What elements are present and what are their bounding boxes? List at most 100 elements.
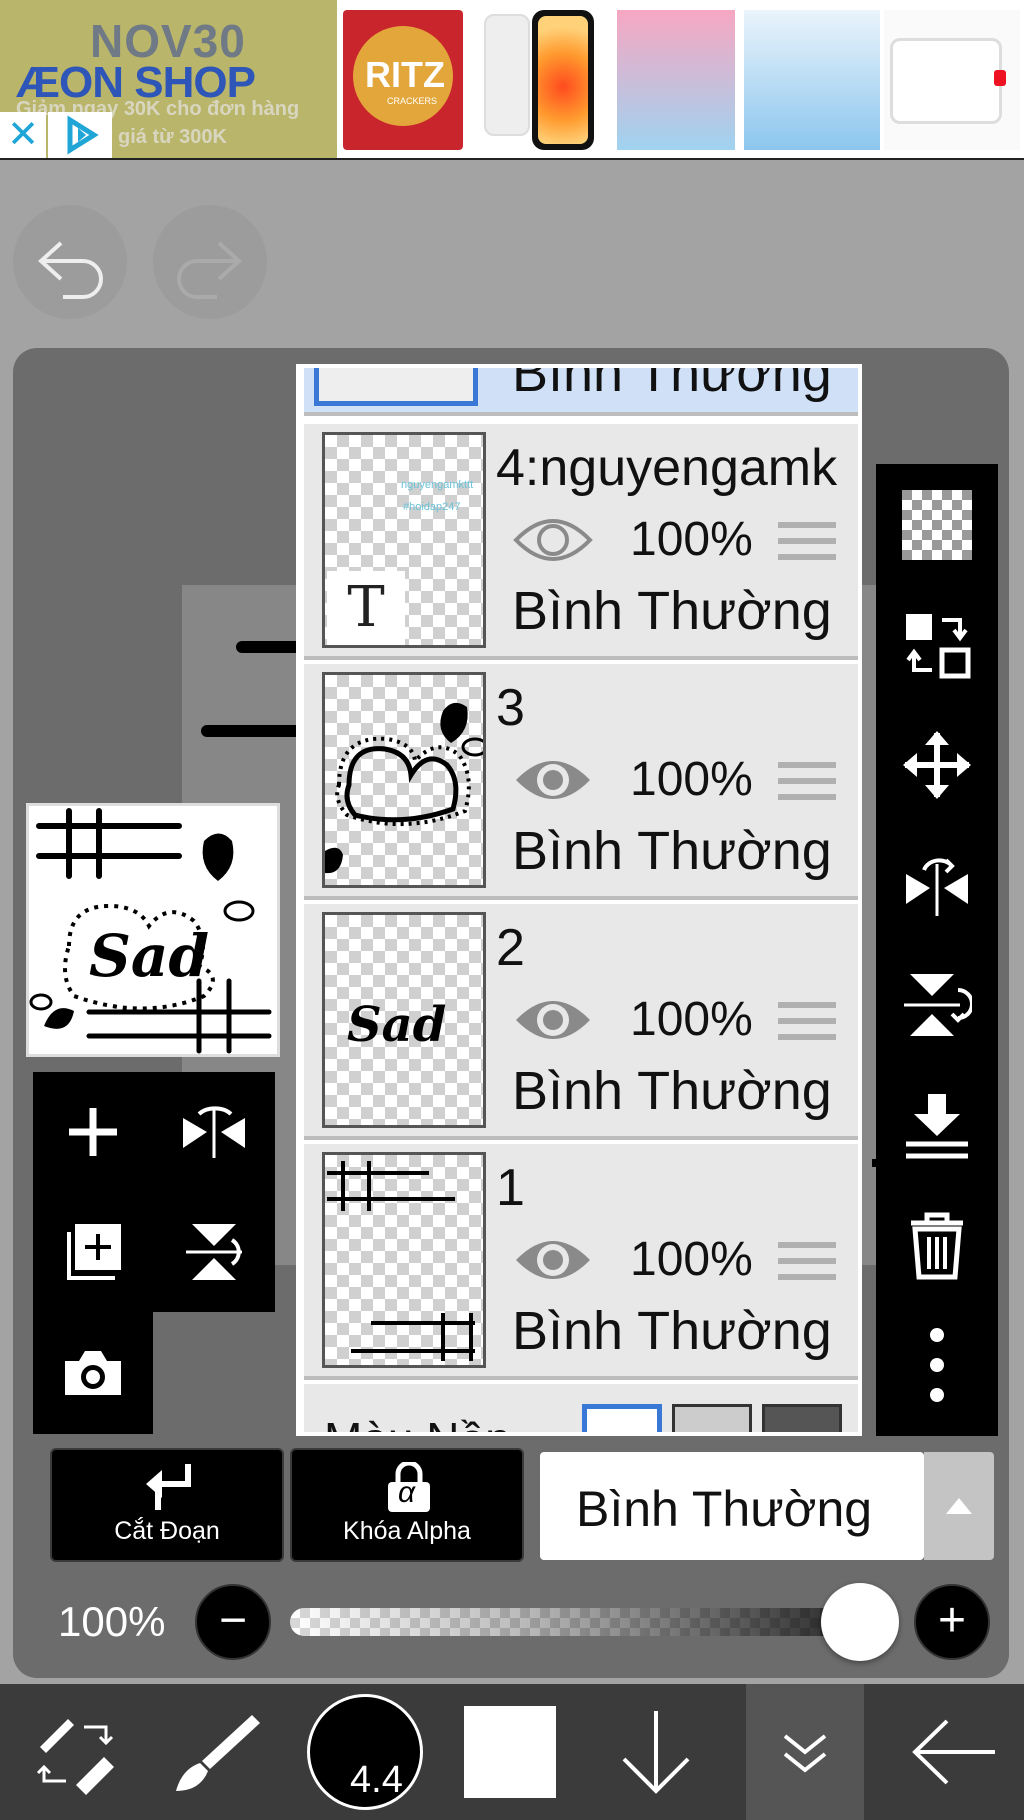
drag-handle[interactable] [778, 1002, 836, 1048]
arrow-down-icon [622, 1711, 690, 1794]
layer-name: 2 [496, 919, 525, 977]
current-color-swatch [464, 1706, 556, 1798]
visibility-toggle[interactable] [512, 990, 594, 1050]
layer-thumbnail[interactable] [322, 1152, 486, 1368]
layer-row[interactable]: 3 100% Bình Thường [304, 664, 858, 900]
swap-icon [906, 614, 971, 679]
flip-vertical-icon [186, 1224, 242, 1280]
lock-icon: α [384, 1460, 434, 1512]
layer-down-button[interactable] [606, 1684, 706, 1820]
ritz-sub: CRACKERS [387, 96, 438, 106]
ad-product-ritz[interactable]: RITZ CRACKERS [343, 10, 463, 150]
canvas-preview[interactable]: Sad [26, 803, 280, 1057]
transparency-button[interactable] [876, 464, 998, 586]
layer-blend-mode: Bình Thường [512, 1061, 832, 1121]
visibility-toggle[interactable] [512, 1230, 594, 1290]
eye-outline-icon [513, 519, 593, 561]
opacity-decrease-button[interactable]: − [195, 1584, 271, 1660]
swap-layer-button[interactable] [876, 584, 998, 706]
opacity-slider-handle[interactable] [821, 1583, 899, 1661]
minus-icon: − [218, 1594, 248, 1647]
brush-tool-button[interactable] [160, 1684, 270, 1820]
alpha-lock-label: Khóa Alpha [343, 1517, 471, 1545]
clipping-button[interactable]: Cắt Đoạn [50, 1448, 284, 1562]
visibility-toggle[interactable] [512, 510, 594, 570]
background-color-row[interactable]: Màu Nền [304, 1384, 858, 1432]
layers-panel-toggle-button[interactable] [746, 1684, 864, 1820]
plus-icon [69, 1108, 117, 1156]
ad-choices-icon[interactable] [48, 112, 112, 158]
opacity-label: 100% [58, 1598, 166, 1645]
drag-handle[interactable] [778, 1242, 836, 1288]
camera-layer-button[interactable] [33, 1312, 153, 1434]
ad-close-icon[interactable]: ✕ [0, 112, 46, 158]
layer-opacity: 100% [630, 993, 753, 1046]
move-layer-button[interactable] [876, 704, 998, 826]
layer-row[interactable]: Sad 2 100% Bình Thường [304, 904, 858, 1140]
drag-handle[interactable] [778, 762, 836, 808]
ad-product-box[interactable] [884, 10, 1020, 150]
color-swatch-button[interactable] [460, 1684, 560, 1820]
ad-product-toy-1[interactable] [617, 10, 735, 150]
chevron-double-down-icon [783, 1734, 827, 1773]
redo-icon [177, 241, 242, 299]
ad-banner[interactable]: NOV30 ÆON SHOP Giảm ngay 30K cho đơn hàn… [0, 0, 1024, 160]
ad-product-phone[interactable] [480, 10, 600, 150]
blend-mode-select[interactable]: Bình Thường [540, 1452, 924, 1560]
layer-thumbnail[interactable]: Sad [322, 912, 486, 1128]
eye-icon [516, 1001, 590, 1039]
merge-down-button[interactable] [876, 1064, 998, 1186]
trash-icon [911, 1212, 963, 1280]
delete-layer-button[interactable] [876, 1184, 998, 1306]
layer-opacity: 100% [630, 1233, 753, 1286]
bg-dark-option[interactable] [762, 1404, 842, 1432]
brush-size-button[interactable]: 4.4 [300, 1684, 430, 1820]
more-options-button[interactable] [876, 1304, 998, 1426]
layer-opacity: 100% [630, 513, 753, 566]
flip-horizontal-button[interactable] [876, 824, 998, 946]
drag-handle[interactable] [778, 522, 836, 568]
layer-row[interactable]: nguyengamkttt #hoidap247 T 4:nguyengamk … [304, 424, 858, 660]
tool-swap-pen-eraser-button[interactable] [10, 1684, 140, 1820]
layer-row[interactable]: 1 100% Bình Thường [304, 1144, 858, 1380]
triangle-up-icon [946, 1498, 972, 1514]
text-layer-icon: T [327, 571, 405, 645]
ad-product-toy-2[interactable] [744, 10, 880, 150]
app-root: NOV30 ÆON SHOP Giảm ngay 30K cho đơn hàn… [0, 0, 1024, 1820]
blend-mode-dropdown-button[interactable] [924, 1452, 994, 1560]
flip-vertical-layer-button[interactable] [153, 1192, 275, 1312]
opacity-increase-button[interactable]: + [914, 1584, 990, 1660]
redo-button[interactable] [153, 205, 267, 319]
eye-icon [516, 1241, 590, 1279]
flip-vertical-icon [904, 974, 972, 1036]
background-label: Màu Nền [324, 1412, 511, 1432]
layer-blend-mode: Bình Thường [512, 581, 832, 641]
merge-down-icon [906, 1094, 968, 1159]
duplicate-layer-icon [67, 1224, 121, 1280]
layer-name: 1 [496, 1159, 525, 1217]
bottom-toolbar: 4.4 [0, 1684, 1024, 1820]
ritz-logo: RITZ [365, 54, 445, 95]
preview-sad-text: Sad [89, 922, 209, 990]
layer-row-selected[interactable]: Bình Thường [304, 368, 858, 416]
flip-horizontal-icon [906, 858, 968, 916]
add-layer-button[interactable] [33, 1072, 153, 1192]
arrow-left-icon [912, 1719, 995, 1785]
back-button[interactable] [894, 1684, 1014, 1820]
layer-tools-left [33, 1072, 275, 1434]
alpha-lock-button[interactable]: α Khóa Alpha [290, 1448, 524, 1562]
flip-horizontal-layer-button[interactable] [153, 1072, 275, 1192]
add-layer-copy-button[interactable] [33, 1192, 153, 1312]
bg-checker-option[interactable] [672, 1404, 752, 1432]
layer-thumbnail[interactable] [322, 672, 486, 888]
eye-icon [516, 761, 590, 799]
ad-line-2: giá từ 300K [118, 126, 227, 148]
opacity-slider[interactable] [290, 1608, 870, 1636]
flip-vertical-button[interactable] [876, 944, 998, 1066]
layers-panel[interactable]: Bình Thường nguyengamkttt #hoidap247 T 4… [296, 364, 862, 1436]
blend-mode-value: Bình Thường [576, 1481, 873, 1537]
bg-white-option[interactable] [582, 1404, 662, 1432]
undo-button[interactable] [13, 205, 127, 319]
visibility-toggle[interactable] [512, 750, 594, 810]
layer-thumbnail[interactable]: nguyengamkttt #hoidap247 T [322, 432, 486, 648]
